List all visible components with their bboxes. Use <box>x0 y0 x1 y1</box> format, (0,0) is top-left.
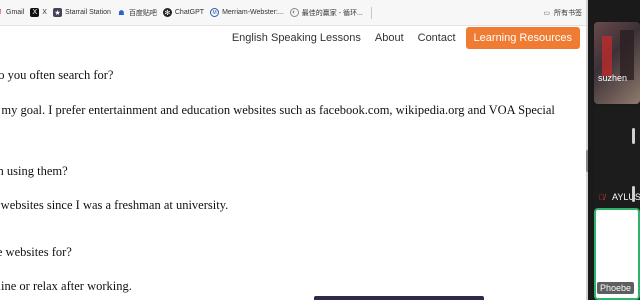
bookmark-divider <box>370 6 372 19</box>
mic-off-icon: 🎙̸ <box>599 193 605 202</box>
question-text: do you often search for? <box>0 68 114 82</box>
bookmark-merriam-webster[interactable]: M Merriam-Webster:... <box>210 0 284 25</box>
bookmark-label: Gmail <box>6 9 25 16</box>
bottom-toolbar-edge <box>314 296 484 300</box>
answer-text: aline or relax after working. <box>0 279 132 293</box>
participant-name: Phoebe <box>597 282 635 294</box>
bookmark-x[interactable]: X X <box>30 0 47 25</box>
bookmark-chatgpt[interactable]: ✻ ChatGPT <box>162 0 205 25</box>
bookmark-label: Starrail Station <box>64 9 111 16</box>
video-tile-suzhen[interactable] <box>594 22 640 104</box>
chatgpt-icon: ✻ <box>162 8 172 17</box>
site-nav: English Speaking Lessons About Contact L… <box>0 26 588 50</box>
answer-text: n my goal. I prefer entertainment and ed… <box>0 103 555 117</box>
participant-name: suzhen <box>598 73 628 83</box>
nav-english-speaking-lessons[interactable]: English Speaking Lessons <box>232 32 361 44</box>
baidu-tieba-icon: ☗ <box>118 9 125 17</box>
bookmark-page[interactable]: ◐ 最佳的羸家 - 循环... <box>289 0 363 25</box>
question-text: en using them? <box>0 164 68 178</box>
bookmarks-bar: M Gmail X X ★ Starrail Station ☗ 百度贴吧 ✻ … <box>0 0 588 26</box>
bookmark-label: 百度贴吧 <box>128 9 157 17</box>
panel-resize-handle[interactable] <box>632 128 635 144</box>
bookmark-gmail[interactable]: M Gmail <box>0 0 25 25</box>
bookmark-label: ChatGPT <box>174 9 205 16</box>
nav-about[interactable]: About <box>375 32 404 44</box>
article-content: do you often search for? n my goal. I pr… <box>0 50 586 300</box>
screen: M Gmail X X ★ Starrail Station ☗ 百度贴吧 ✻ … <box>0 0 640 300</box>
answer-text: e websites since I was a freshman at uni… <box>0 198 229 212</box>
question-text: se websites for? <box>0 245 72 259</box>
folder-label: 所有书签 <box>554 10 582 17</box>
bookmark-label: Merriam-Webster:... <box>222 9 284 16</box>
video-background <box>602 36 612 76</box>
page-icon: ◐ <box>289 8 299 17</box>
merriam-webster-icon: M <box>210 8 220 17</box>
bookmark-label: 最佳的羸家 - 循环... <box>301 9 363 17</box>
panel-resize-handle[interactable] <box>632 186 635 202</box>
bookmark-baidu-tieba[interactable]: ☗ 百度贴吧 <box>117 0 157 25</box>
nav-contact[interactable]: Contact <box>418 32 456 44</box>
learning-resources-button[interactable]: Learning Resources <box>465 27 580 49</box>
starrail-icon: ★ <box>52 8 62 17</box>
gmail-icon: M <box>0 8 3 17</box>
folder-icon: ▭ <box>543 10 550 17</box>
bookmark-starrail[interactable]: ★ Starrail Station <box>52 0 111 25</box>
all-bookmarks-folder[interactable]: ▭ 所有书签 <box>543 0 582 25</box>
participant-name: AYLUS <box>612 192 640 202</box>
x-icon: X <box>30 8 40 17</box>
bookmark-label: X <box>42 9 47 16</box>
